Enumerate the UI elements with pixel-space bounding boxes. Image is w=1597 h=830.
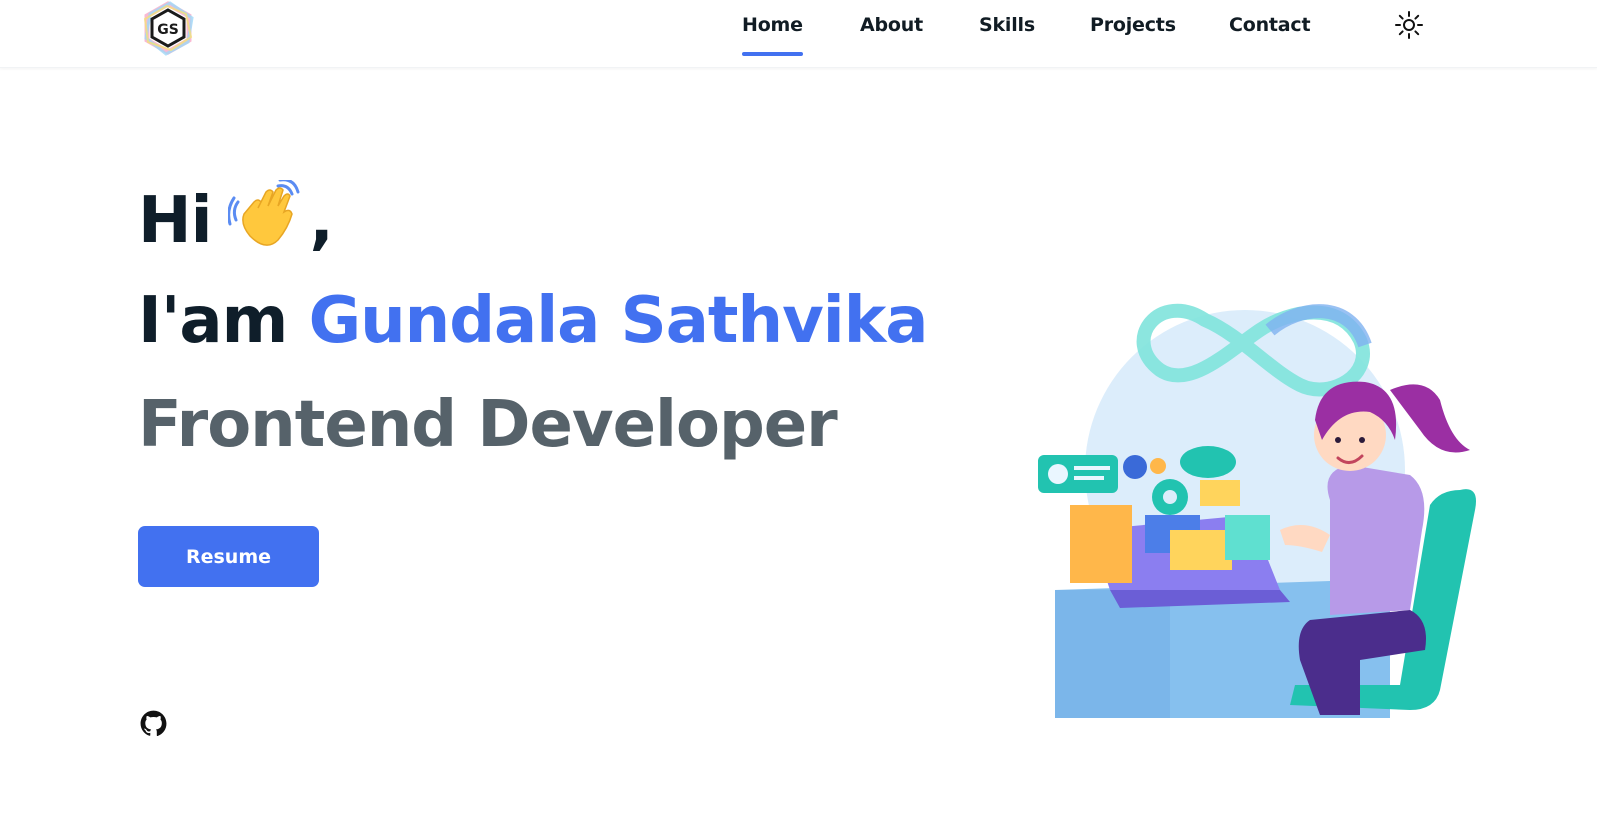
teal-panel (1225, 515, 1270, 560)
sun-icon[interactable] (1394, 10, 1424, 40)
main-nav: Home About Skills Projects Contact (0, 0, 1597, 68)
resume-button[interactable]: Resume (138, 526, 319, 587)
gear-icon (1123, 455, 1147, 479)
developer-illustration (1038, 303, 1476, 718)
hero-intro: I'am Gundala Sathvika (138, 284, 929, 358)
greeting-comma: , (309, 184, 334, 258)
greeting-text: Hi (138, 184, 212, 258)
waving-hand-icon (227, 180, 299, 246)
yellow-panel (1170, 530, 1232, 570)
hero-greeting: Hi , (138, 180, 334, 258)
nav-contact[interactable]: Contact (1229, 14, 1311, 36)
hero-name: Gundala Sathvika (308, 284, 929, 358)
nav-skills[interactable]: Skills (979, 14, 1035, 36)
nav-projects[interactable]: Projects (1090, 14, 1176, 36)
cloud-icon (1180, 446, 1236, 478)
github-icon[interactable] (140, 710, 167, 737)
site-header: GS Home About Skills Projects Contact (0, 0, 1597, 68)
hero-role: Frontend Developer (138, 388, 838, 462)
intro-text: I'am (138, 284, 288, 358)
nav-home[interactable]: Home (742, 14, 803, 56)
orange-panel (1070, 505, 1132, 583)
person-body (1327, 465, 1425, 615)
folder-icon (1200, 480, 1240, 506)
nav-about[interactable]: About (860, 14, 923, 36)
